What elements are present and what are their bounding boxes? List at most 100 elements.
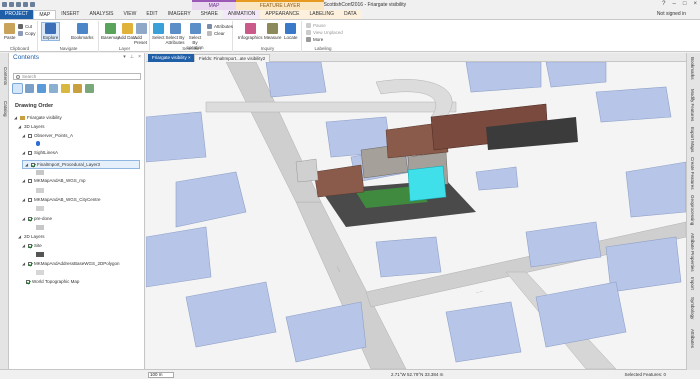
tree-mkmap-2dpolygon[interactable]: ◢ MKMapAndAddressBaseWGS_2DPolygon xyxy=(22,261,120,266)
tree-pre-done[interactable]: ◢ pre-done xyxy=(22,216,52,221)
tab-data[interactable]: DATA xyxy=(338,10,362,19)
list-by-editing-icon[interactable] xyxy=(49,84,58,93)
tree-mkmap-mp[interactable]: ◢ MKMapAndAB_WGS_mp xyxy=(22,178,86,183)
tab-map[interactable]: MAP xyxy=(33,10,57,19)
collapse-icon[interactable]: ◢ xyxy=(14,115,18,120)
collapse-icon[interactable]: ◢ xyxy=(22,243,26,248)
right-tab-bookmarks[interactable]: Bookmarks xyxy=(690,57,695,80)
contents-search-input[interactable]: Search xyxy=(13,73,141,80)
right-tab-attribute-properties[interactable]: Attribute Properties xyxy=(690,233,695,272)
tree-observer-points[interactable]: ◢ Observer_Points_A xyxy=(22,133,73,138)
right-tab-attributes[interactable]: Attributes xyxy=(690,329,695,348)
tab-fields-view[interactable]: Fields: FinalImport...ate visibility2 xyxy=(194,54,271,62)
visibility-checkbox[interactable] xyxy=(28,243,32,248)
bookmarks-button[interactable]: Bookmarks xyxy=(71,23,94,40)
collapse-icon[interactable]: ◢ xyxy=(18,124,22,129)
visibility-checkbox[interactable] xyxy=(28,178,32,183)
collapse-icon[interactable]: ◢ xyxy=(25,162,29,167)
dropdown-icon[interactable]: ▾ xyxy=(123,54,126,60)
tab-animation[interactable]: ANIMATION xyxy=(222,10,261,19)
contents-pane: Contents ▾ ⊥ × Search Drawing Order ◢ Fr… xyxy=(9,53,145,370)
right-tab-export-maps[interactable]: Export Maps xyxy=(690,127,695,152)
sign-in-status[interactable]: Not signed in xyxy=(657,11,686,17)
right-tab-modify-features[interactable]: Modify Features xyxy=(690,89,695,121)
select-button[interactable]: Select xyxy=(152,23,165,40)
collapse-icon[interactable]: ◢ xyxy=(22,216,26,221)
tree-final-import-layer[interactable]: ◢ FinalImport_Procedural_Layer3 xyxy=(22,160,140,169)
list-by-labeling-icon[interactable] xyxy=(73,84,82,93)
navigate-group: Explore Bookmarks Navigate xyxy=(39,21,99,52)
help-icon[interactable]: ? xyxy=(662,1,665,7)
left-tab-contents[interactable]: Contents xyxy=(1,67,8,85)
pause-labeling-button[interactable]: Pause xyxy=(306,23,326,28)
list-by-source-icon[interactable] xyxy=(25,84,34,93)
select-by-attributes-icon xyxy=(169,23,181,34)
close-pane-icon[interactable]: × xyxy=(138,54,141,60)
tab-friargate-visibility[interactable]: Friargate visibility × xyxy=(148,54,195,62)
tree-sightlines[interactable]: ◢ SightLinesA xyxy=(22,150,58,155)
visibility-checkbox[interactable] xyxy=(28,216,32,221)
map-view-3d[interactable]: ····· ······ xyxy=(146,62,686,369)
measure-button[interactable]: Measure xyxy=(264,23,282,40)
infographics-button[interactable]: Infographics xyxy=(238,23,263,40)
collapse-icon[interactable]: ◢ xyxy=(22,133,26,138)
view-unplaced-button[interactable]: View Unplaced xyxy=(306,30,343,35)
map-status-bar: 100 m 2.71°W 52.79°N 33.384 m Selected F… xyxy=(146,369,686,379)
visibility-checkbox[interactable] xyxy=(28,150,32,155)
close-icon[interactable]: × xyxy=(693,1,697,7)
list-by-drawing-order-icon[interactable] xyxy=(12,83,23,94)
visibility-checkbox[interactable] xyxy=(31,162,35,167)
visibility-checkbox[interactable] xyxy=(28,197,32,202)
visibility-checkbox[interactable] xyxy=(28,261,32,266)
visibility-checkbox[interactable] xyxy=(26,279,30,284)
clear-button[interactable]: Clear xyxy=(207,31,225,36)
tab-imagery[interactable]: IMAGERY xyxy=(163,10,196,19)
locate-button[interactable]: Locate xyxy=(284,23,298,40)
right-tab-geoprocessing[interactable]: Geoprocessing xyxy=(690,195,695,225)
right-tab-import[interactable]: Import xyxy=(690,277,695,290)
copy-button[interactable]: Copy xyxy=(18,31,36,36)
paste-icon xyxy=(4,23,16,34)
tab-analysis[interactable]: ANALYSIS xyxy=(84,10,118,19)
tab-view[interactable]: VIEW xyxy=(119,10,142,19)
collapse-icon[interactable]: ◢ xyxy=(22,197,26,202)
tab-labeling[interactable]: LABELING xyxy=(304,10,339,19)
visibility-checkbox[interactable] xyxy=(28,133,32,138)
scale-selector[interactable]: 100 m xyxy=(148,372,174,378)
add-preset-button[interactable]: Add Preset xyxy=(134,23,149,45)
tab-project[interactable]: PROJECT xyxy=(0,10,34,19)
tree-map-friargate[interactable]: ◢ Friargate visibility xyxy=(14,115,62,120)
list-by-selection-icon[interactable] xyxy=(37,84,46,93)
pin-icon[interactable]: ⊥ xyxy=(130,54,134,60)
right-dock-strip: Bookmarks Modify Features Export Maps Cr… xyxy=(686,53,700,370)
tree-2d-layers[interactable]: ◢ 2D Layers xyxy=(18,234,45,239)
paste-button[interactable]: Paste xyxy=(4,23,16,40)
collapse-icon[interactable]: ◢ xyxy=(18,234,22,239)
list-by-snapping-icon[interactable] xyxy=(61,84,70,93)
collapse-icon[interactable]: ◢ xyxy=(22,150,26,155)
explore-button[interactable]: Explore xyxy=(41,22,61,41)
cut-button[interactable]: Cut xyxy=(18,24,32,29)
window-controls: ? – □ × xyxy=(662,1,697,7)
select-by-attributes-button[interactable]: Select By Attributes xyxy=(166,23,185,45)
tree-world-topographic[interactable]: World Topographic Map xyxy=(26,279,79,284)
collapse-icon[interactable]: ◢ xyxy=(22,178,26,183)
left-tab-catalog[interactable]: Catalog xyxy=(1,101,8,117)
more-labeling-button[interactable]: More xyxy=(306,37,323,42)
tree-mkmap-citycentre[interactable]: ◢ MKMapAndAB_WGS_CityCentre xyxy=(22,197,101,202)
tree-3d-layers[interactable]: ◢ 3D Layers xyxy=(18,124,45,129)
attributes-button[interactable]: Attributes xyxy=(207,24,233,29)
white-building xyxy=(295,158,319,183)
tab-appearance[interactable]: APPEARANCE xyxy=(260,10,305,19)
right-tab-symbology[interactable]: Symbology xyxy=(690,297,695,319)
tab-edit[interactable]: EDIT xyxy=(141,10,162,19)
tree-site[interactable]: ◢ Site xyxy=(22,243,42,248)
tab-share[interactable]: SHARE xyxy=(196,10,223,19)
maximize-icon[interactable]: □ xyxy=(683,1,687,7)
list-by-charts-icon[interactable] xyxy=(85,84,94,93)
tab-insert[interactable]: INSERT xyxy=(56,10,84,19)
minimize-icon[interactable]: – xyxy=(673,1,676,7)
close-tab-icon[interactable]: × xyxy=(188,55,191,60)
collapse-icon[interactable]: ◢ xyxy=(22,261,26,266)
right-tab-create-features[interactable]: Create Features xyxy=(690,157,695,190)
